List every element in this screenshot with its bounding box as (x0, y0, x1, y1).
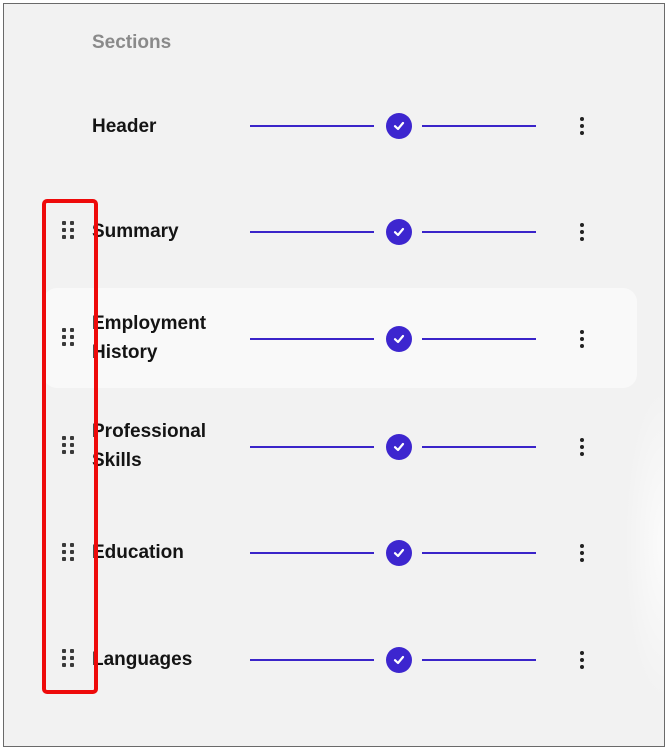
section-row-professional-skills: Professional Skills (4, 396, 664, 496)
section-label[interactable]: Summary (92, 217, 242, 246)
progress-line-right (422, 125, 536, 127)
check-circle-icon (386, 540, 412, 566)
section-row-summary: Summary (4, 182, 664, 282)
more-vertical-icon[interactable] (572, 326, 592, 352)
section-label[interactable]: Header (92, 112, 242, 141)
section-label[interactable]: Employment History (92, 309, 242, 367)
check-circle-icon (386, 647, 412, 673)
drag-handle-icon[interactable] (60, 648, 76, 672)
section-label[interactable]: Languages (92, 645, 242, 674)
progress-line-left (250, 231, 374, 233)
check-circle-icon (386, 326, 412, 352)
progress-line-right (422, 231, 536, 233)
drag-handle-icon[interactable] (60, 435, 76, 459)
check-circle-icon (386, 219, 412, 245)
section-row-education: Education (4, 502, 664, 602)
section-label[interactable]: Education (92, 538, 242, 567)
section-row-header: Header (4, 76, 664, 176)
section-label[interactable]: Professional Skills (92, 417, 242, 475)
section-row-languages: Languages (4, 608, 664, 708)
progress-line-left (250, 552, 374, 554)
progress-line-right (422, 552, 536, 554)
more-vertical-icon[interactable] (572, 647, 592, 673)
progress-line-right (422, 338, 536, 340)
section-row-employment-history: Employment History (4, 288, 664, 388)
progress-line-right (422, 659, 536, 661)
progress-line-left (250, 338, 374, 340)
more-vertical-icon[interactable] (572, 113, 592, 139)
drag-handle-icon[interactable] (60, 220, 76, 244)
progress-line-left (250, 125, 374, 127)
sections-panel: Sections Header Summary Employment Histo… (3, 3, 665, 747)
more-vertical-icon[interactable] (572, 540, 592, 566)
progress-line-right (422, 446, 536, 448)
drag-handle-icon[interactable] (60, 542, 76, 566)
sections-title: Sections (92, 32, 172, 53)
progress-line-left (250, 446, 374, 448)
more-vertical-icon[interactable] (572, 219, 592, 245)
check-circle-icon (386, 113, 412, 139)
drag-handle-icon[interactable] (60, 327, 76, 351)
progress-line-left (250, 659, 374, 661)
check-circle-icon (386, 434, 412, 460)
more-vertical-icon[interactable] (572, 434, 592, 460)
